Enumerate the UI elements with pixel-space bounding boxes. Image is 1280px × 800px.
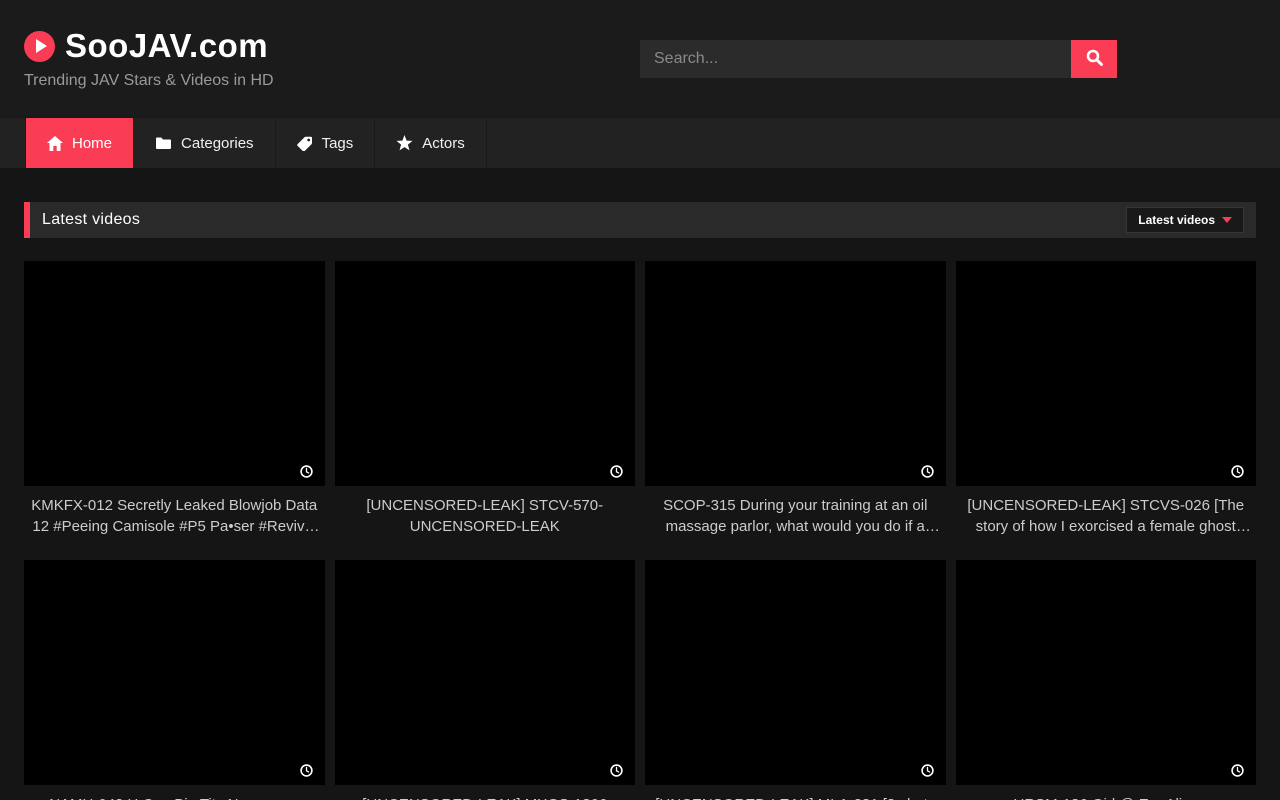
clock-icon [300, 465, 313, 478]
nav-item-home[interactable]: Home [25, 118, 134, 168]
video-card[interactable]: NAMH-042 H Cup Big Tits Newcomer (170cm … [24, 560, 325, 800]
video-title[interactable]: [UNCENSORED-LEAK] STCVS-026 [The story o… [956, 495, 1257, 537]
sort-dropdown[interactable]: Latest videos [1126, 207, 1244, 233]
tag-icon [297, 136, 313, 151]
nav-item-label: Home [72, 135, 112, 152]
video-title[interactable]: [UNCENSORED-LEAK] MXGS-1306 Absolutely [335, 794, 636, 800]
video-card[interactable]: KMKFX-012 Secretly Leaked Blowjob Data 1… [24, 261, 325, 537]
video-card[interactable]: [UNCENSORED-LEAK] MXGS-1306 Absolutely [335, 560, 636, 800]
search-button[interactable] [1071, 40, 1117, 78]
video-thumbnail[interactable] [24, 560, 325, 785]
clock-icon [1231, 764, 1244, 777]
search-input[interactable] [640, 40, 1071, 78]
search-box [640, 40, 1117, 78]
site-tagline: Trending JAV Stars & Videos in HD [24, 72, 274, 90]
clock-icon [1231, 465, 1244, 478]
video-title[interactable]: NAMH-042 H Cup Big Tits Newcomer (170cm … [24, 794, 325, 800]
video-thumbnail[interactable] [335, 261, 636, 486]
section-header: Latest videos Latest videos [24, 202, 1256, 238]
home-icon [47, 136, 63, 151]
nav-item-label: Categories [181, 135, 254, 152]
clock-icon [610, 764, 623, 777]
video-title[interactable]: URSM-186 Girl @ Era Alice [956, 794, 1257, 800]
nav-item-label: Actors [422, 135, 465, 152]
nav-item-label: Tags [322, 135, 354, 152]
nav-item-tags[interactable]: Tags [276, 118, 376, 168]
video-grid: KMKFX-012 Secretly Leaked Blowjob Data 1… [0, 261, 1280, 800]
caret-down-icon [1222, 217, 1232, 223]
folder-icon [155, 136, 172, 150]
sort-selected-value: Latest videos [1138, 213, 1215, 227]
video-title[interactable]: [UNCENSORED-LEAK] MLA-231 [3 shots in [645, 794, 946, 800]
video-card[interactable]: [UNCENSORED-LEAK] STCV-570-UNCENSORED-LE… [335, 261, 636, 537]
section-title: Latest videos [42, 211, 140, 229]
clock-icon [300, 764, 313, 777]
clock-icon [921, 764, 934, 777]
clock-icon [921, 465, 934, 478]
brand[interactable]: SooJAV.com Trending JAV Stars & Videos i… [24, 27, 274, 90]
magnifier-icon [1086, 49, 1103, 69]
video-thumbnail[interactable] [335, 560, 636, 785]
video-card[interactable]: URSM-186 Girl @ Era Alice [956, 560, 1257, 800]
video-title[interactable]: KMKFX-012 Secretly Leaked Blowjob Data 1… [24, 495, 325, 537]
video-card[interactable]: [UNCENSORED-LEAK] STCVS-026 [The story o… [956, 261, 1257, 537]
video-thumbnail[interactable] [24, 261, 325, 486]
play-icon [24, 31, 55, 62]
video-title[interactable]: [UNCENSORED-LEAK] STCV-570-UNCENSORED-LE… [335, 495, 636, 537]
star-icon [396, 135, 413, 151]
video-thumbnail[interactable] [645, 261, 946, 486]
nav-item-categories[interactable]: Categories [134, 118, 276, 168]
nav-item-actors[interactable]: Actors [375, 118, 487, 168]
video-thumbnail[interactable] [956, 560, 1257, 785]
site-header: SooJAV.com Trending JAV Stars & Videos i… [0, 0, 1280, 117]
main-nav: Home Categories Tags Actors [0, 117, 1280, 168]
video-thumbnail[interactable] [956, 261, 1257, 486]
video-title[interactable]: SCOP-315 During your training at an oil … [645, 495, 946, 537]
site-logo-text[interactable]: SooJAV.com [65, 27, 268, 65]
video-card[interactable]: [UNCENSORED-LEAK] MLA-231 [3 shots in [645, 560, 946, 800]
video-card[interactable]: SCOP-315 During your training at an oil … [645, 261, 946, 537]
clock-icon [610, 465, 623, 478]
video-thumbnail[interactable] [645, 560, 946, 785]
